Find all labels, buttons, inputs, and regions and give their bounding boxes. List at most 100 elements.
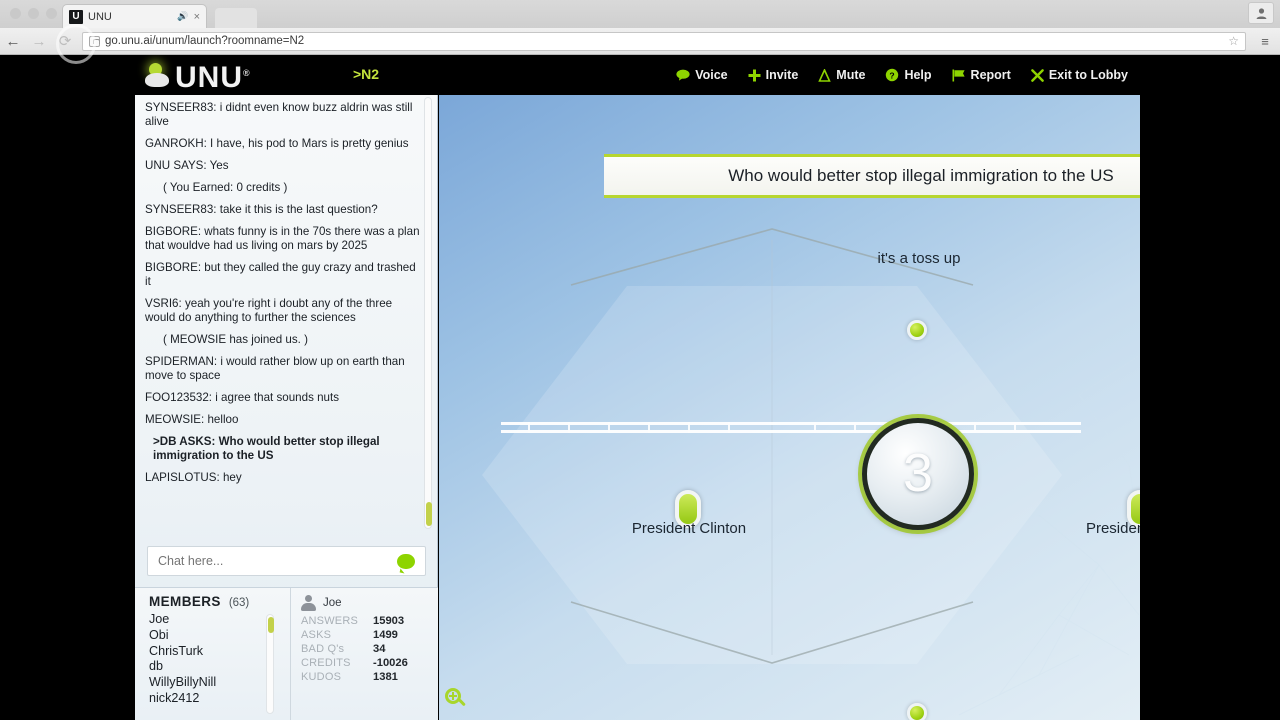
stat-label: KUDOS bbox=[301, 671, 342, 683]
stat-value: 34 bbox=[373, 643, 386, 655]
chat-input-row bbox=[135, 538, 438, 584]
window-maximize-dot[interactable] bbox=[46, 8, 57, 19]
chat-message: >DB ASKS: Who would better stop illegal … bbox=[153, 435, 380, 462]
unu-app: UNU® >N2 Voice Invite Mute ? Help Report… bbox=[135, 55, 1140, 720]
hexagon-board bbox=[482, 228, 1081, 664]
menu-item-invite[interactable]: Invite bbox=[748, 68, 798, 82]
menu-item-report[interactable]: Report bbox=[952, 68, 1011, 82]
stat-row: ANSWERS 15903 bbox=[301, 615, 428, 627]
unu-logo-mark: ® bbox=[243, 67, 251, 78]
menu-item-voice[interactable]: Voice bbox=[676, 68, 728, 82]
chat-scrollbar-thumb[interactable] bbox=[426, 502, 432, 526]
stat-row: BAD Q's 34 bbox=[301, 643, 428, 655]
menu-item-help-label: Help bbox=[904, 68, 932, 82]
chat-message: LAPISLOTUS: hey bbox=[145, 471, 242, 484]
speech-bubble-icon bbox=[676, 69, 690, 81]
answer-label-top[interactable]: it's a toss up bbox=[839, 250, 999, 267]
chat-message: UNU SAYS: Yes bbox=[145, 159, 229, 172]
chat-message: MEOWSIE: helloo bbox=[145, 413, 239, 426]
chat-message: FOO123532: i agree that sounds nuts bbox=[145, 391, 339, 404]
browser-tab-unu[interactable]: U UNU 🔊 × bbox=[62, 4, 207, 28]
url-text: go.unu.ai/unum/launch?roomname=N2 bbox=[105, 35, 305, 47]
toolbar-right-icons: ≡ bbox=[1254, 30, 1280, 52]
chat-message-list[interactable]: SYNSEER83: i didnt even know buzz aldrin… bbox=[135, 95, 438, 535]
browser-toolbar: ← → ⟳ go.unu.ai/unum/launch?roomname=N2 … bbox=[0, 28, 1280, 55]
stat-label: ASKS bbox=[301, 629, 332, 641]
x-icon bbox=[1031, 68, 1044, 82]
user-stats-section: Joe ANSWERS 15903 ASKS 1499 BAD Q's 34 CREDITS… bbox=[290, 588, 438, 720]
flag-icon bbox=[952, 69, 966, 82]
chat-input[interactable] bbox=[158, 554, 397, 568]
stat-value: -10026 bbox=[373, 657, 408, 669]
menu-item-mute[interactable]: Mute bbox=[818, 68, 865, 82]
unu-logo-text: UNU® bbox=[175, 56, 251, 95]
app-header: UNU® >N2 Voice Invite Mute ? Help Report… bbox=[135, 55, 1140, 95]
stat-label: BAD Q's bbox=[301, 643, 345, 655]
stats-rows: ANSWERS 15903 ASKS 1499 BAD Q's 34 CREDITS -100… bbox=[301, 615, 428, 683]
chat-message: GANROKH: I have, his pod to Mars is pret… bbox=[145, 137, 409, 150]
stat-value: 1381 bbox=[373, 671, 398, 683]
members-title: MEMBERS bbox=[149, 594, 221, 609]
chat-message: SPIDERMAN: i would rather blow up on ear… bbox=[145, 355, 405, 382]
answer-label-left[interactable]: President Clinton bbox=[619, 520, 759, 537]
menu-item-help[interactable]: ? Help bbox=[885, 68, 932, 82]
menu-item-mute-label: Mute bbox=[836, 68, 866, 82]
question-circle-icon: ? bbox=[885, 68, 899, 82]
forward-icon[interactable]: → bbox=[26, 28, 52, 54]
tab-favicon: U bbox=[69, 9, 83, 24]
unu-logo[interactable]: UNU® bbox=[143, 55, 251, 95]
members-scrollbar[interactable] bbox=[266, 614, 274, 714]
voting-puck[interactable]: 3 bbox=[862, 418, 974, 530]
stat-value: 15903 bbox=[373, 615, 405, 627]
chat-scrollbar[interactable] bbox=[424, 97, 432, 529]
tab-close-icon[interactable]: × bbox=[194, 11, 200, 23]
stat-row: ASKS 1499 bbox=[301, 629, 428, 641]
mute-icon bbox=[818, 68, 832, 82]
members-scrollbar-thumb[interactable] bbox=[268, 617, 274, 633]
window-controls[interactable] bbox=[10, 8, 57, 19]
members-section: MEMBERS (63) Joe Obi ChrisTurk db WillyBilly… bbox=[135, 588, 290, 720]
magnet-top[interactable] bbox=[907, 320, 927, 340]
stats-user-name: Joe bbox=[323, 596, 342, 609]
chat-message: ( You Earned: 0 credits ) bbox=[163, 181, 288, 194]
bookmark-star-icon[interactable]: ☆ bbox=[1228, 34, 1239, 48]
tab-title: UNU bbox=[88, 10, 112, 23]
menu-item-exit-to-lobby[interactable]: Exit to Lobby bbox=[1031, 68, 1128, 82]
magnet-bottom[interactable] bbox=[907, 703, 927, 720]
tab-audio-icon[interactable]: 🔊 bbox=[177, 11, 188, 22]
reload-icon[interactable]: ⟳ bbox=[52, 28, 78, 54]
address-bar[interactable]: go.unu.ai/unum/launch?roomname=N2 ☆ bbox=[82, 31, 1246, 51]
chat-input-wrapper[interactable] bbox=[147, 546, 426, 576]
menu-icon[interactable]: ≡ bbox=[1254, 30, 1276, 52]
page-info-icon[interactable] bbox=[89, 35, 100, 47]
profile-button[interactable] bbox=[1248, 2, 1274, 24]
members-stats-panel: MEMBERS (63) Joe Obi ChrisTurk db WillyBilly… bbox=[135, 587, 438, 720]
stats-user: Joe bbox=[301, 595, 428, 611]
countdown-number: 3 bbox=[902, 443, 934, 503]
unu-logo-label: UNU bbox=[175, 60, 243, 94]
members-header: MEMBERS (63) bbox=[149, 594, 290, 609]
answer-label-right[interactable]: President Trump bbox=[1071, 520, 1140, 537]
plus-icon bbox=[748, 69, 761, 82]
svg-text:?: ? bbox=[890, 70, 895, 80]
window-minimize-dot[interactable] bbox=[28, 8, 39, 19]
person-icon bbox=[301, 595, 316, 611]
menu-item-voice-label: Voice bbox=[695, 68, 728, 82]
menu-item-report-label: Report bbox=[970, 68, 1011, 82]
browser-chrome: U UNU 🔊 × ← → ⟳ go.unu.ai/unum/launch?ro… bbox=[0, 0, 1280, 64]
menu-item-exit-label: Exit to Lobby bbox=[1048, 68, 1128, 82]
header-menu: Voice Invite Mute ? Help Report Exit to … bbox=[676, 55, 1136, 95]
new-tab-button[interactable] bbox=[215, 8, 257, 28]
chat-send-icon[interactable] bbox=[397, 553, 415, 569]
chat-message: SYNSEER83: take it this is the last ques… bbox=[145, 203, 378, 216]
stat-row: KUDOS 1381 bbox=[301, 671, 428, 683]
stat-label: CREDITS bbox=[301, 657, 351, 669]
chat-message: BIGBORE: but they called the guy crazy a… bbox=[145, 261, 416, 288]
back-icon[interactable]: ← bbox=[0, 28, 26, 54]
window-close-dot[interactable] bbox=[10, 8, 21, 19]
chat-message: BIGBORE: whats funny is in the 70s there… bbox=[145, 225, 420, 252]
browser-tabstrip: U UNU 🔊 × bbox=[0, 0, 1280, 28]
stat-value: 1499 bbox=[373, 629, 398, 641]
zoom-in-icon[interactable] bbox=[445, 688, 467, 710]
unu-mascot-icon bbox=[143, 61, 173, 89]
